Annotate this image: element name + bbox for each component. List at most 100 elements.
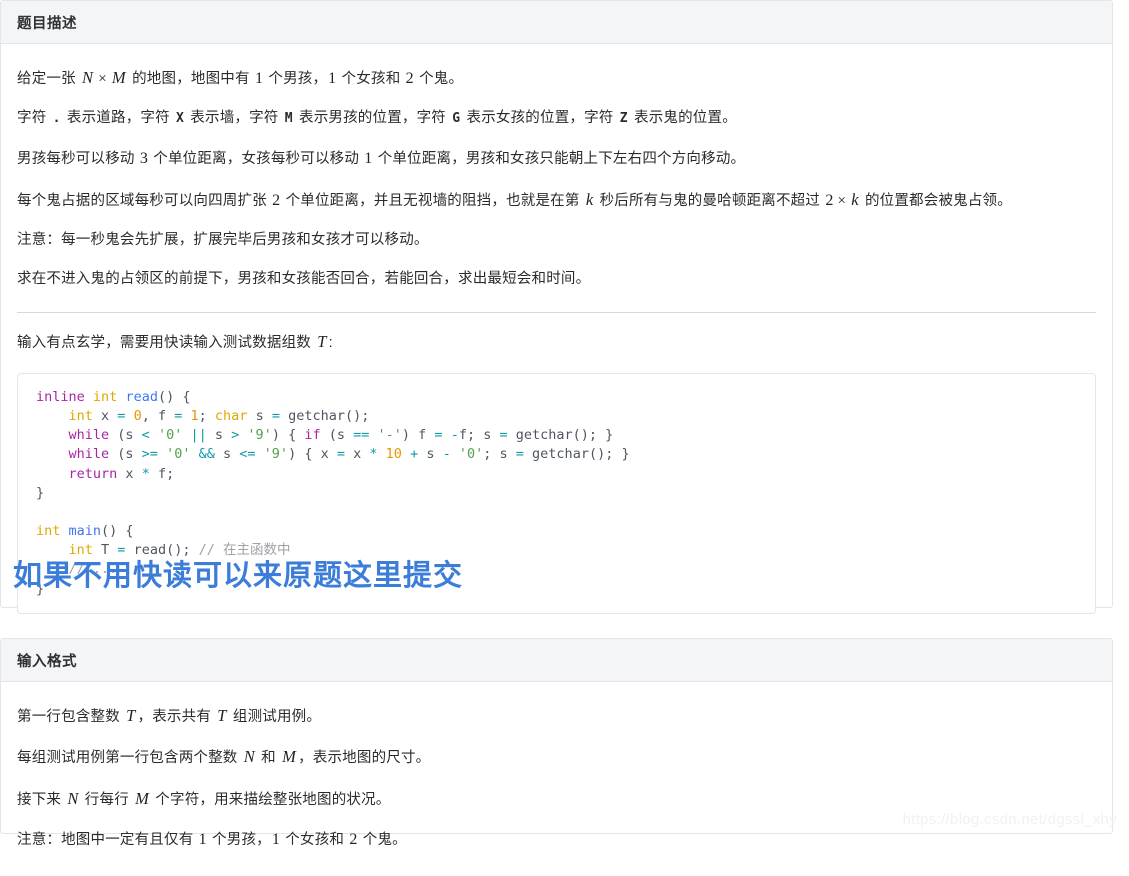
math-variable: T [317, 332, 327, 352]
code-token-cm: // 在主函数中 [198, 542, 291, 559]
paragraph-p4: 每个鬼占据的区域每秒可以向四周扩张 2 个单位距离，并且无视墙的阻挡，也就是在第… [17, 189, 1012, 209]
code-token-pl: ) { [271, 427, 305, 444]
code-token-pl: f; [149, 465, 175, 482]
math-variable: N [67, 788, 79, 808]
code-token-k: if [304, 427, 321, 444]
code-token-op: = [271, 408, 280, 425]
math-variable: T [217, 706, 227, 725]
code-token-ty: int [68, 408, 93, 425]
code-token-pl: s [206, 427, 232, 444]
code-token-op: + [410, 446, 419, 463]
code-token-str: '9' [247, 427, 272, 444]
math-operator: × [98, 71, 107, 87]
code-token-pl: getchar(); [279, 408, 370, 425]
code-token-pl: getchar(); } [507, 427, 614, 444]
code-token-pl: ; [198, 408, 215, 425]
code-token-pl: x [344, 446, 370, 463]
paragraph-p7: 输入有点玄学，需要用快读输入测试数据组数 T: [17, 332, 333, 352]
code-token-op: == [353, 427, 370, 444]
math-number: 2 [825, 191, 834, 209]
code-token-str: '0' [458, 446, 484, 463]
code-token-pl: read(); [125, 542, 199, 559]
paragraph-p5: 注意：每一秒鬼会先扩展，扩展完毕后男孩和女孩才可以移动。 [17, 231, 429, 248]
code-token-fn: read [125, 389, 158, 405]
paragraph-p1: 给定一张 N × M 的地图，地图中有 1 个男孩，1 个女孩和 2 个鬼。 [17, 68, 464, 87]
code-token-op: || [190, 427, 207, 444]
code-token-op: = [515, 446, 524, 463]
code-token-pl: (s [109, 446, 142, 463]
original-problem-link-heading[interactable]: 如果不用快读可以来原题这里提交 [13, 562, 463, 591]
code-token-pl: s [418, 446, 443, 463]
code-token-pl: () { [101, 523, 134, 540]
math-variable: T [126, 706, 136, 725]
code-token-pl: getchar(); } [523, 446, 630, 463]
code-token-pl: } [36, 484, 45, 501]
code-token-op: >= [141, 446, 158, 463]
code-token-ty: int [68, 542, 93, 559]
map-char-literal: . [52, 111, 61, 126]
code-token-num: 1 [190, 408, 199, 425]
code-token-pl: s [214, 446, 240, 463]
fastread-note-paragraph: 输入有点玄学，需要用快读输入测试数据组数 T: [17, 322, 1096, 364]
math-variable: N [82, 68, 94, 87]
paragraph-p2: 字符 . 表示道路，字符 X 表示墙，字符 M 表示男孩的位置，字符 G 表示女… [17, 110, 737, 126]
code-token-op: = [336, 446, 345, 463]
math-variable: N [243, 747, 255, 767]
input-format-header: 输入格式 [1, 639, 1112, 682]
paragraph-p6: 求在不进入鬼的占领区的前提下，男孩和女孩能否回合，若能回合，求出最短会和时间。 [17, 270, 591, 287]
code-token-str: '0' [157, 427, 183, 444]
code-token-pl: , f [141, 408, 175, 425]
code-token-pl: () { [157, 389, 191, 405]
code-token-pl: s [247, 408, 272, 425]
csdn-watermark: https://blog.csdn.net/dgssl_xhy [902, 811, 1117, 828]
code-token-ty: int [92, 389, 118, 405]
code-token-num: 10 [385, 446, 402, 463]
code-token-pl: T [92, 542, 118, 559]
math-number: 2 [405, 70, 414, 87]
math-number: 1 [271, 830, 281, 848]
code-token-ty: char [214, 408, 248, 425]
code-token-pl: ) f [401, 427, 435, 444]
code-token-str: '-' [377, 427, 402, 444]
code-token-str: '0' [166, 446, 191, 463]
code-token-op: = [499, 427, 508, 444]
map-char-literal: M [284, 111, 293, 126]
math-variable: M [282, 747, 297, 767]
code-token-k: return [68, 465, 118, 482]
map-char-literal: X [176, 111, 185, 126]
input-format-card: 输入格式 第一行包含整数 T ，表示共有 T 组测试用例。 每组测试用例第一行包含两… [0, 638, 1113, 848]
math-variable: M [111, 68, 126, 87]
problem-description-card: 题目描述 给定一张 N × M 的地图，地图中有 1 个男孩，1 个女孩和 2 个鬼… [0, 0, 1113, 614]
section-divider [17, 312, 1096, 314]
code-token-k: inline [36, 389, 85, 405]
code-token-op: * [141, 465, 150, 482]
code-token-op: < [141, 427, 150, 444]
code-token-pl: x [92, 408, 118, 425]
code-token-str: '9' [263, 446, 289, 463]
map-char-literal: Z [619, 111, 628, 126]
code-token-op: - [450, 427, 459, 444]
paragraph-p3: 男孩每秒可以移动 3 个单位距离，女孩每秒可以移动 1 个单位距离，男孩和女孩只… [17, 149, 746, 167]
map-char-literal: G [452, 111, 461, 126]
code-token-num: 0 [133, 408, 142, 425]
math-number: 3 [139, 149, 149, 167]
problem-description-body: 给定一张 N × M 的地图，地图中有 1 个男孩，1 个女孩和 2 个鬼。字符 .… [1, 44, 1112, 630]
code-token-op: && [198, 446, 215, 463]
code-token-op: - [442, 446, 451, 463]
problem-description-header: 题目描述 [1, 1, 1112, 44]
